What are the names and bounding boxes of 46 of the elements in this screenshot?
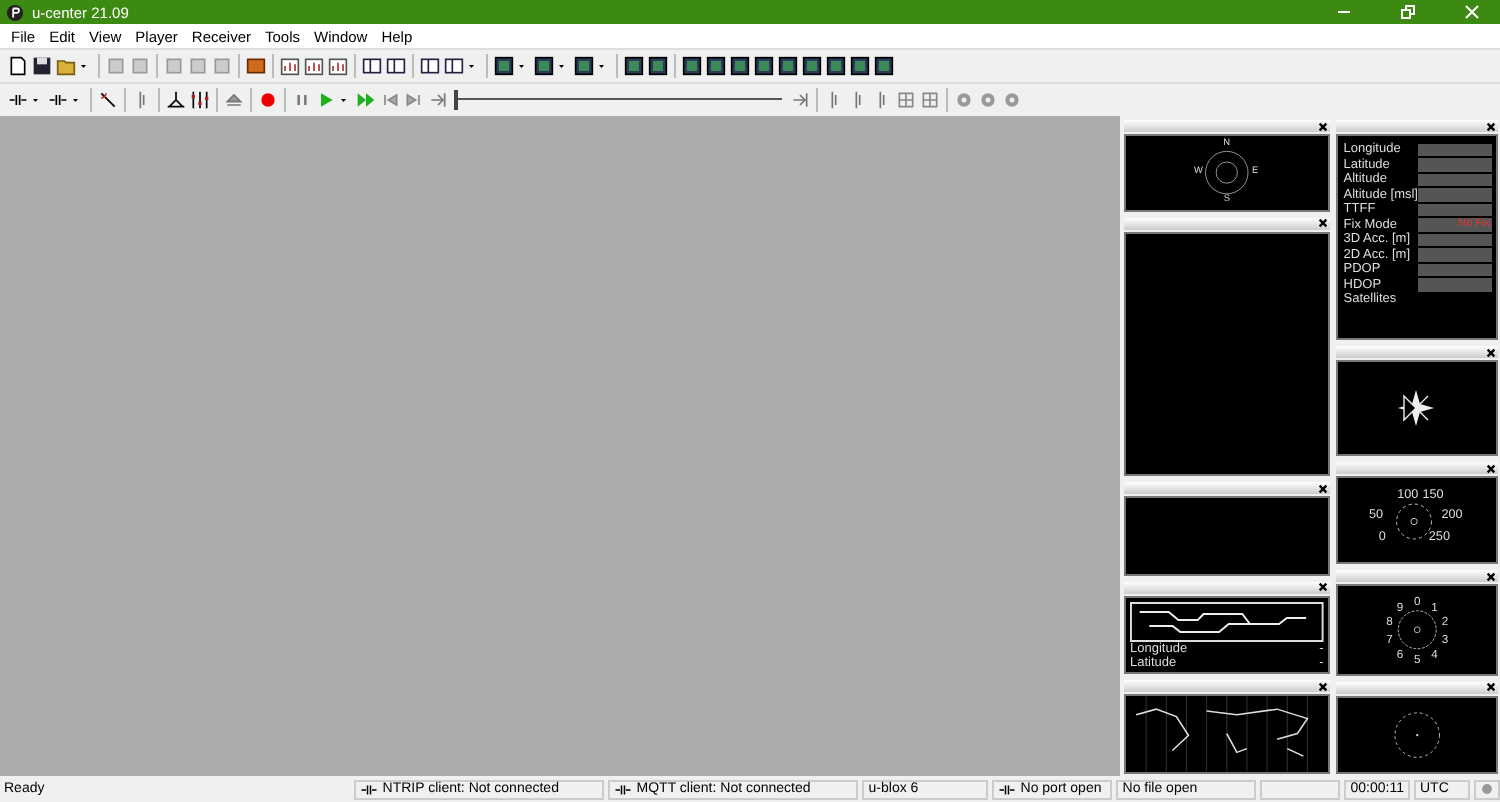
- compass-ring-drawing: [1205, 151, 1249, 195]
- connection-icon: [360, 783, 379, 795]
- close-icon[interactable]: [1317, 483, 1328, 494]
- restore-icon[interactable]: [1398, 2, 1418, 22]
- close-icon[interactable]: [1317, 681, 1328, 692]
- pause-icon[interactable]: [292, 90, 312, 110]
- window-icon[interactable]: [420, 56, 440, 76]
- eject-icon[interactable]: [224, 90, 244, 110]
- box-icon[interactable]: [246, 56, 266, 76]
- circle-plot-ring: [1394, 712, 1440, 758]
- step-back-icon[interactable]: [380, 90, 400, 110]
- gauge-dial-drawing: [1395, 503, 1432, 540]
- connection-icon: [998, 783, 1017, 795]
- wand-icon[interactable]: [98, 90, 118, 110]
- antenna-icon[interactable]: [8, 90, 28, 110]
- gear-icon: [1480, 782, 1494, 796]
- close-icon[interactable]: [1317, 218, 1328, 229]
- step-forward-icon[interactable]: [404, 90, 424, 110]
- close-icon[interactable]: [1317, 121, 1328, 131]
- dial-ring-drawing: [1397, 610, 1437, 650]
- playback-slider[interactable]: [456, 90, 782, 110]
- chart-icon[interactable]: [304, 56, 324, 76]
- skip-end-icon[interactable]: [790, 90, 810, 110]
- close-icon[interactable]: [1486, 463, 1496, 474]
- chart-icon[interactable]: [328, 56, 348, 76]
- close-icon[interactable]: [1486, 682, 1496, 693]
- document-icon[interactable]: [8, 56, 28, 76]
- window-icon[interactable]: [444, 56, 464, 76]
- figure-icon[interactable]: [166, 90, 186, 110]
- grid-icon[interactable]: [896, 90, 916, 110]
- grid-icon[interactable]: [920, 90, 940, 110]
- skip-end-icon[interactable]: [428, 90, 448, 110]
- antenna-icon[interactable]: [48, 90, 68, 110]
- window-icon[interactable]: [386, 56, 406, 76]
- compass-rose-icon: [1396, 388, 1437, 429]
- close-icon[interactable]: [1486, 347, 1496, 358]
- close-icon[interactable]: [1317, 582, 1328, 593]
- connection-icon: [614, 783, 633, 795]
- folder-icon[interactable]: [56, 56, 76, 76]
- status-panel: [1260, 779, 1341, 799]
- window-icon[interactable]: [362, 56, 382, 76]
- record-icon[interactable]: [258, 90, 278, 110]
- close-icon[interactable]: [1486, 121, 1496, 131]
- equalizer-icon[interactable]: [190, 90, 210, 110]
- chart-icon[interactable]: [280, 56, 300, 76]
- close-icon[interactable]: [1486, 571, 1496, 582]
